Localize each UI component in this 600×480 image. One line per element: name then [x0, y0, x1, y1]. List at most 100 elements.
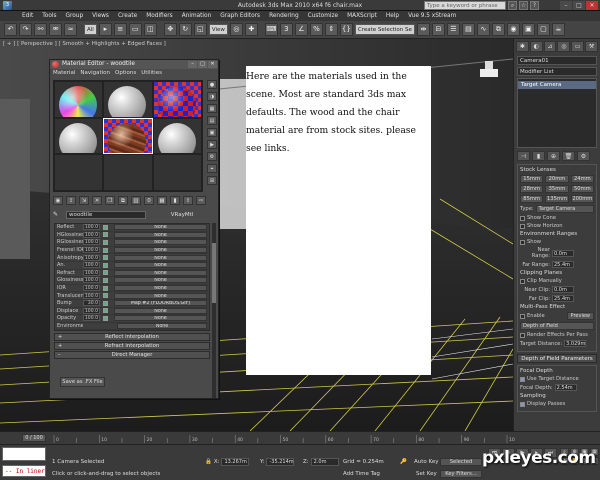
make-unique-icon[interactable]: ⊕: [547, 151, 560, 161]
minimize-button[interactable]: –: [188, 61, 197, 68]
lens-button[interactable]: 24mm: [570, 175, 594, 183]
far-clip-input[interactable]: 25.4m: [552, 295, 574, 302]
auto-key-button[interactable]: Auto Key: [414, 459, 439, 465]
near-range-input[interactable]: 0.0m: [552, 249, 574, 257]
map-enable-checkbox[interactable]: [103, 247, 108, 253]
viewport-label[interactable]: [ + ] [ Perspective ] [ Smooth + Highlig…: [3, 41, 166, 47]
map-enable-checkbox[interactable]: [103, 293, 108, 299]
modifier-stack[interactable]: Target Camera: [517, 78, 597, 148]
map-slot-button[interactable]: None: [114, 239, 207, 246]
rollout-header[interactable]: + Refract interpolation: [54, 342, 210, 350]
preview-button[interactable]: Preview: [566, 312, 594, 320]
go-to-parent-icon[interactable]: ⇧: [183, 196, 193, 205]
map-enable-checkbox[interactable]: [103, 277, 108, 283]
rotate-icon[interactable]: ↻: [178, 23, 192, 36]
show-horizon-checkbox[interactable]: [520, 223, 525, 229]
create-tab-icon[interactable]: ✱: [516, 41, 529, 52]
modifier-list-dropdown[interactable]: Modifier List: [517, 67, 597, 76]
lens-button[interactable]: 200mm: [570, 195, 594, 203]
hierarchy-tab-icon[interactable]: ⊿: [543, 41, 557, 52]
render-setup-icon[interactable]: ▣: [521, 23, 535, 36]
menu-navigation[interactable]: Navigation: [80, 69, 110, 77]
lens-button[interactable]: 35mm: [545, 185, 569, 193]
material-editor-icon[interactable]: ◉: [506, 23, 520, 36]
show-map-in-viewport-icon[interactable]: ▦: [157, 196, 167, 205]
render-production-icon[interactable]: ☕: [551, 23, 565, 36]
selection-filter-dropdown[interactable]: All: [84, 24, 97, 35]
app-logo-icon[interactable]: 3: [3, 0, 12, 10]
menu-utilities[interactable]: Utilities: [141, 69, 162, 77]
map-slot-button[interactable]: Map #2 (FLOORBDS.GIF): [114, 300, 207, 307]
make-copy-icon[interactable]: ❐: [105, 196, 115, 205]
graphite-ribbon-icon[interactable]: ▤: [461, 23, 475, 36]
remove-modifier-icon[interactable]: 🗑: [562, 151, 575, 161]
menu-material[interactable]: Material: [53, 69, 75, 77]
focal-depth-input[interactable]: 2.54m: [554, 384, 577, 391]
material-map-navigator-icon[interactable]: ⊞: [207, 176, 217, 185]
set-key-button[interactable]: Set Key: [416, 471, 437, 477]
lens-button[interactable]: 135mm: [545, 195, 569, 203]
named-selection-dropdown[interactable]: Create Selection Se: [354, 24, 415, 35]
lens-button[interactable]: 20mm: [545, 175, 569, 183]
show-ranges-checkbox[interactable]: [520, 239, 525, 245]
sample-slot[interactable]: [104, 155, 152, 190]
sample-slot[interactable]: [104, 82, 152, 117]
backlight-icon[interactable]: ◑: [207, 92, 217, 101]
reference-coordinate-dropdown[interactable]: View: [208, 24, 228, 35]
assign-to-selection-icon[interactable]: ⇲: [79, 196, 89, 205]
target-distance-input[interactable]: 3.029m: [564, 340, 587, 347]
material-editor-titlebar[interactable]: Material Editor - woodtile – □ ✕: [50, 60, 218, 69]
pin-stack-icon[interactable]: ⊣: [517, 151, 530, 161]
lens-button[interactable]: 15mm: [520, 175, 544, 183]
close-button[interactable]: ✕: [586, 1, 598, 10]
redo-icon[interactable]: ↷: [19, 23, 32, 36]
show-end-result-icon[interactable]: ▮: [532, 151, 545, 161]
configure-sets-icon[interactable]: ⚙: [577, 151, 590, 161]
sample-slot[interactable]: [153, 155, 201, 190]
map-slot-button[interactable]: None: [114, 292, 207, 299]
put-to-library-icon[interactable]: ▥: [131, 196, 141, 205]
key-filters-button[interactable]: Key Filters...: [440, 470, 482, 478]
maximize-button[interactable]: □: [198, 61, 207, 68]
map-amount-input[interactable]: 100.0: [83, 247, 100, 254]
map-amount-input[interactable]: 100.0: [83, 262, 100, 269]
menu-graph-editors[interactable]: Graph Editors: [220, 13, 260, 19]
map-slot-button[interactable]: None: [114, 231, 207, 238]
maxscript-output[interactable]: -- In liner: [2, 465, 46, 477]
map-amount-input[interactable]: 100.0: [83, 285, 100, 292]
undo-icon[interactable]: ↶: [4, 23, 17, 36]
map-amount-input[interactable]: 100.0: [83, 307, 100, 314]
mirror-icon[interactable]: ⇹: [416, 23, 430, 36]
options-icon[interactable]: ⚙: [207, 152, 217, 161]
camera-type-dropdown[interactable]: Target Camera: [535, 205, 594, 213]
multipass-effect-dropdown[interactable]: Depth of Field: [520, 322, 594, 330]
curve-editor-icon[interactable]: ∿: [476, 23, 490, 36]
map-amount-input[interactable]: 30.0: [83, 300, 100, 307]
lens-button[interactable]: 28mm: [520, 185, 544, 193]
window-crossing-icon[interactable]: ◫: [143, 23, 157, 36]
map-slot-button[interactable]: None: [117, 323, 207, 330]
video-color-check-icon[interactable]: ▣: [207, 128, 217, 137]
pivot-center-icon[interactable]: ◎: [229, 23, 243, 36]
unlink-icon[interactable]: ⚮: [49, 23, 62, 36]
map-amount-input[interactable]: 100.0: [83, 315, 100, 322]
material-id-icon[interactable]: 0: [144, 196, 154, 205]
sample-slot-selected[interactable]: [103, 117, 153, 155]
lock-icon[interactable]: 🔒: [205, 459, 212, 465]
selected-dropdown[interactable]: Selected: [440, 458, 482, 466]
scale-icon[interactable]: ◱: [193, 23, 207, 36]
menu-modifiers[interactable]: Modifiers: [146, 13, 172, 19]
object-name-field[interactable]: Camera01: [517, 56, 597, 65]
sample-slot[interactable]: [55, 155, 103, 190]
map-enable-checkbox[interactable]: [103, 224, 108, 230]
near-clip-input[interactable]: 0.0m: [552, 286, 574, 293]
map-enable-checkbox[interactable]: [103, 315, 108, 321]
uv-tiling-icon[interactable]: ▤: [207, 116, 217, 125]
map-enable-checkbox[interactable]: [103, 239, 108, 245]
select-by-name-icon[interactable]: ≡: [113, 23, 127, 36]
show-end-result-icon[interactable]: ▮: [170, 196, 180, 205]
map-enable-checkbox[interactable]: [103, 262, 108, 268]
map-slot-button[interactable]: None: [114, 277, 207, 284]
dof-params-rollout[interactable]: Depth of Field Parameters: [517, 354, 597, 363]
make-preview-icon[interactable]: ▶: [207, 140, 217, 149]
